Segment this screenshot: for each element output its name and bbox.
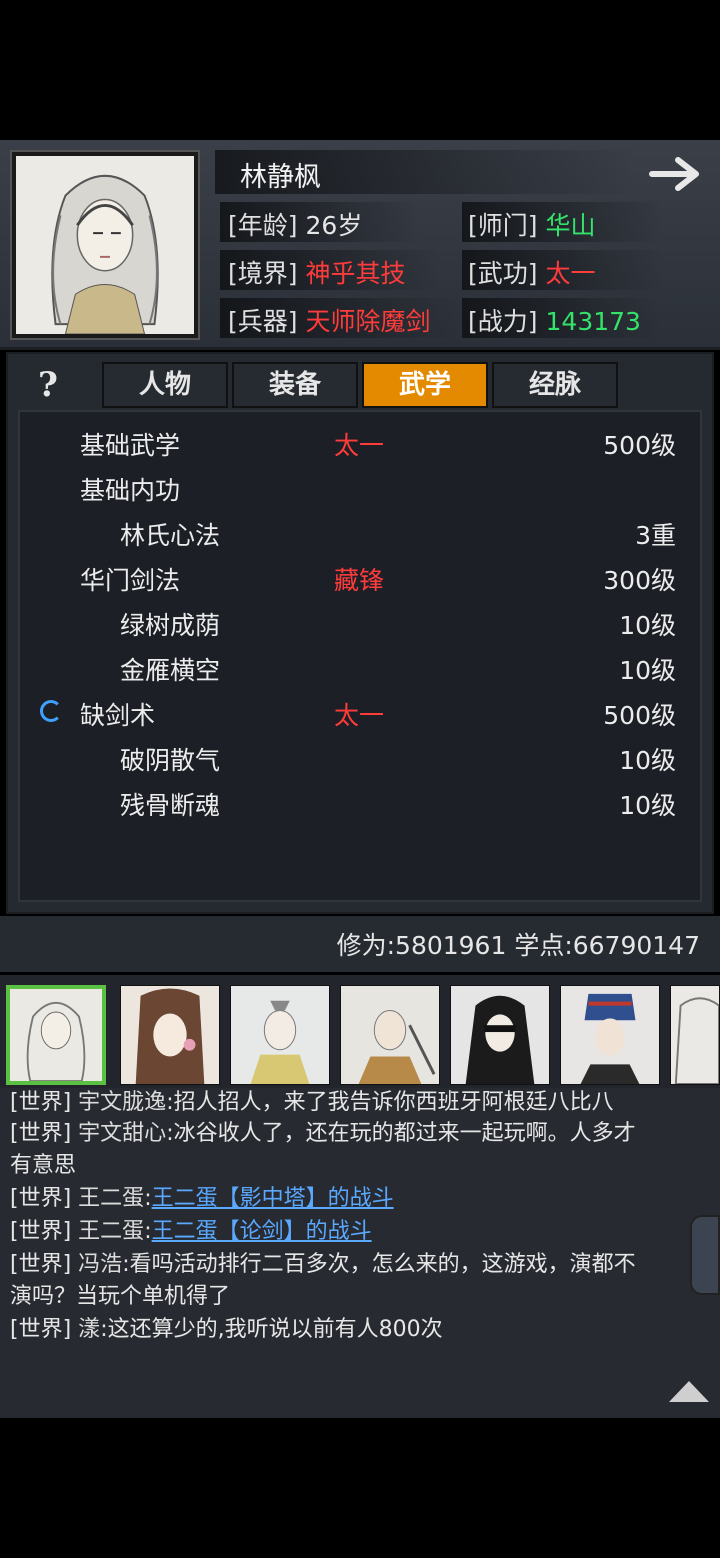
skill-name: 华门剑法 <box>80 566 181 595</box>
weapon-value: 天师除魔剑 <box>305 307 431 336</box>
chat-text: :冰谷收人了，还在玩的都过来一起玩啊。人多才 <box>166 1121 636 1146</box>
loading-spinner-icon <box>40 700 62 722</box>
chat-text: 演吗？当玩个单机得了 <box>10 1284 231 1309</box>
chat-text: :这还算少的,我听说以前有人800次 <box>100 1317 443 1342</box>
chat-message: [世界] 冯浩:看吗活动排行二百多次，怎么来的，这游戏，演都不 <box>10 1246 636 1278</box>
kungfu-value: 太一 <box>545 259 596 288</box>
sect-value: 华山 <box>545 211 596 240</box>
chat-user[interactable]: 王二蛋 <box>78 1186 144 1211</box>
skill-row[interactable]: 破阴散气 10级 <box>18 733 702 777</box>
realm-label: [境界] <box>228 259 298 288</box>
tab-character[interactable]: 人物 <box>102 362 228 408</box>
skill-name: 破阴散气 <box>120 746 221 775</box>
character-portrait[interactable] <box>12 152 198 338</box>
tab-martial-arts[interactable]: 武学 <box>362 362 488 408</box>
character-name: 林静枫 <box>240 162 321 193</box>
kungfu-row: [武功] 太一 <box>468 254 596 290</box>
skill-name: 基础内功 <box>80 476 181 505</box>
skill-row[interactable]: 绿树成荫 10级 <box>18 598 702 642</box>
age-value: 26岁 <box>305 211 363 240</box>
kungfu-label: [武功] <box>468 259 538 288</box>
chat-message: 有意思 <box>10 1147 76 1179</box>
team-member-portrait[interactable] <box>670 985 720 1085</box>
weapon-label: [兵器] <box>228 307 298 336</box>
chat-text: :招人招人，来了我告诉你西班牙阿根廷八比八 <box>166 1090 614 1115</box>
tab-equipment[interactable]: 装备 <box>232 362 358 408</box>
chat-message: [世界] 王二蛋:王二蛋【论剑】的战斗 <box>10 1213 372 1245</box>
skill-level: 500级 <box>603 431 676 460</box>
battle-replay-link[interactable]: 王二蛋【影中塔】的战斗 <box>152 1186 394 1211</box>
power-value: 143173 <box>545 307 641 336</box>
chat-message: [世界] 漾:这还算少的,我听说以前有人800次 <box>10 1311 443 1343</box>
team-member-portrait[interactable] <box>120 985 220 1085</box>
skill-row[interactable]: 基础武学 太一 500级 <box>18 418 702 462</box>
next-arrow-icon[interactable] <box>648 154 708 194</box>
skill-name: 金雁横空 <box>120 656 221 685</box>
chat-channel: [世界] <box>10 1121 72 1146</box>
help-icon[interactable]: ? <box>28 365 68 405</box>
realm-row: [境界] 神乎其技 <box>228 254 406 290</box>
skill-style: 太一 <box>334 701 385 730</box>
skill-row[interactable]: 基础内功 <box>18 463 702 507</box>
skill-name: 绿树成荫 <box>120 611 221 640</box>
chat-text: : <box>144 1219 152 1244</box>
skill-style: 太一 <box>334 431 385 460</box>
chat-message: [世界] 宇文胧逸:招人招人，来了我告诉你西班牙阿根廷八比八 <box>10 1084 614 1116</box>
skill-row[interactable]: 缺剑术 太一 500级 <box>18 688 702 732</box>
team-member-portrait[interactable] <box>450 985 550 1085</box>
skill-name: 基础武学 <box>80 431 181 460</box>
sect-row: [师门] 华山 <box>468 206 596 242</box>
skill-level: 10级 <box>619 611 676 640</box>
skill-level: 10级 <box>619 791 676 820</box>
skill-level: 10级 <box>619 656 676 685</box>
weapon-row: [兵器] 天师除魔剑 <box>228 302 431 338</box>
skill-level: 10级 <box>619 746 676 775</box>
chat-channel: [世界] <box>10 1186 72 1211</box>
side-drawer-handle[interactable] <box>690 1215 720 1295</box>
age-label: [年龄] <box>228 211 298 240</box>
team-member-portrait[interactable] <box>6 985 106 1085</box>
team-member-portrait[interactable] <box>230 985 330 1085</box>
chat-user[interactable]: 宇文甜心 <box>78 1121 166 1146</box>
skill-row[interactable]: 残骨断魂 10级 <box>18 778 702 822</box>
team-member-portrait[interactable] <box>340 985 440 1085</box>
skill-name: 残骨断魂 <box>120 791 221 820</box>
chat-message: [世界] 王二蛋:王二蛋【影中塔】的战斗 <box>10 1180 394 1212</box>
chat-text: 有意思 <box>10 1153 77 1178</box>
chat-channel: [世界] <box>10 1317 72 1342</box>
chat-channel: [世界] <box>10 1252 72 1277</box>
team-member-portrait[interactable] <box>560 985 660 1085</box>
tab-meridians[interactable]: 经脉 <box>492 362 618 408</box>
power-row: [战力] 143173 <box>468 302 641 338</box>
navigation-bar-area <box>0 1418 720 1558</box>
skill-name: 林氏心法 <box>120 521 221 550</box>
chat-user[interactable]: 冯浩 <box>78 1252 122 1277</box>
battle-replay-link[interactable]: 王二蛋【论剑】的战斗 <box>152 1219 372 1244</box>
skill-row[interactable]: 林氏心法 3重 <box>18 508 702 552</box>
skill-level: 300级 <box>603 566 676 595</box>
chat-message: [世界] 宇文甜心:冰谷收人了，还在玩的都过来一起玩啊。人多才 <box>10 1115 636 1147</box>
chat-message: 演吗？当玩个单机得了 <box>10 1278 230 1310</box>
cultivation-stats: 修为:5801961 学点:66790147 <box>336 931 700 960</box>
chat-user[interactable]: 宇文胧逸 <box>78 1090 166 1115</box>
chat-text: :看吗活动排行二百多次，怎么来的，这游戏，演都不 <box>122 1252 636 1277</box>
skill-row[interactable]: 金雁横空 10级 <box>18 643 702 687</box>
chat-user[interactable]: 王二蛋 <box>78 1219 144 1244</box>
chat-text: : <box>144 1186 152 1211</box>
skill-level: 3重 <box>635 521 676 550</box>
age-row: [年龄] 26岁 <box>228 206 362 242</box>
skill-name: 缺剑术 <box>80 701 156 730</box>
chat-user[interactable]: 漾 <box>78 1317 100 1342</box>
status-bar-area <box>0 0 720 140</box>
expand-up-icon[interactable] <box>666 1378 712 1404</box>
skill-style: 藏锋 <box>334 566 385 595</box>
sect-label: [师门] <box>468 211 538 240</box>
chat-channel: [世界] <box>10 1090 72 1115</box>
realm-value: 神乎其技 <box>305 259 406 288</box>
portrait-art <box>16 156 194 334</box>
chat-channel: [世界] <box>10 1219 72 1244</box>
skill-level: 500级 <box>603 701 676 730</box>
power-label: [战力] <box>468 307 538 336</box>
skill-row[interactable]: 华门剑法 藏锋 300级 <box>18 553 702 597</box>
